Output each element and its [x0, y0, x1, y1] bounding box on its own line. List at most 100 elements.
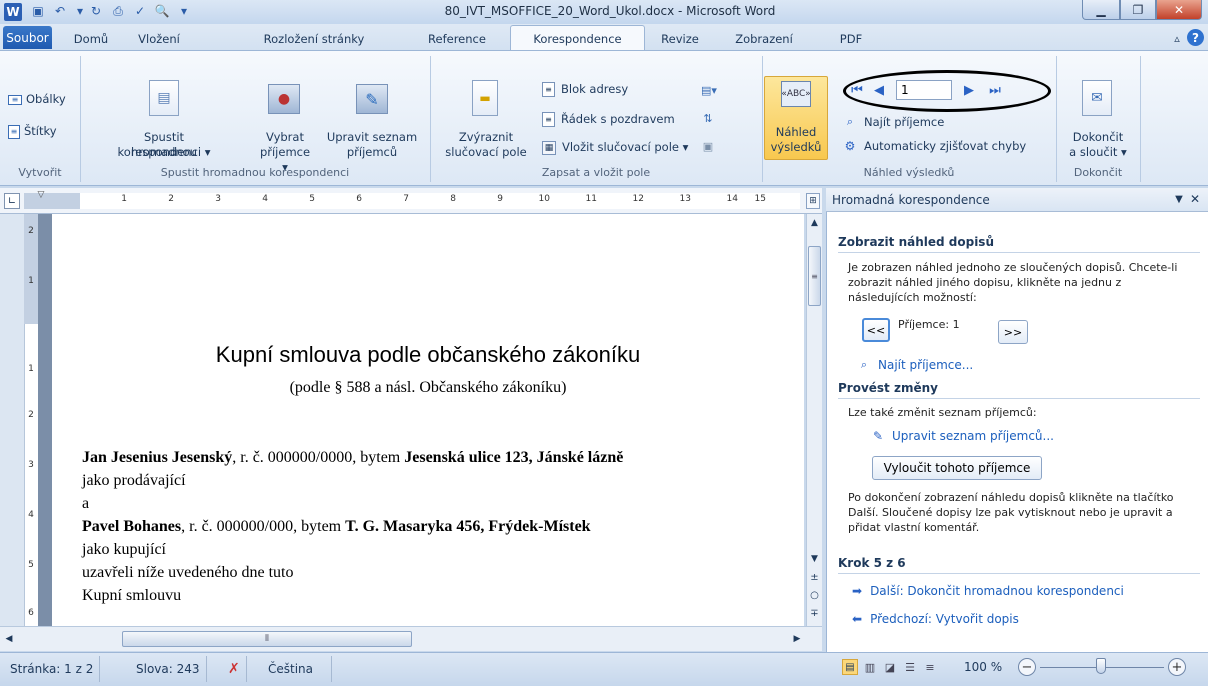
mail-merge-pane: [826, 188, 1208, 652]
greeting-line-button[interactable]: ≡ Řádek s pozdravem: [542, 112, 675, 127]
maximize-button[interactable]: ❐: [1120, 0, 1156, 20]
next-page-icon[interactable]: ∓: [807, 606, 822, 620]
rules-icon[interactable]: ▤▾: [700, 82, 718, 98]
ruler-mark: 1: [28, 276, 34, 286]
print-preview-icon[interactable]: 🔍: [154, 3, 170, 19]
preview-abc-icon: «ABC»: [781, 81, 811, 107]
full-screen-reading-icon[interactable]: ▥: [862, 659, 878, 675]
select-recipients-button[interactable]: ● Vybrat příjemce ▾: [256, 80, 314, 174]
proofing-status-icon[interactable]: ✗: [222, 656, 247, 682]
tab-mailings[interactable]: Korespondence: [510, 25, 645, 51]
horizontal-scrollbar[interactable]: ◀ ⦀ ▶: [0, 626, 822, 651]
customize-qat-icon[interactable]: ▾: [176, 3, 192, 19]
group-divider: [762, 56, 763, 182]
ruler-mark: 3: [215, 194, 221, 204]
match-fields-icon[interactable]: ⇅: [700, 110, 716, 126]
horizontal-scroll-thumb[interactable]: ⦀: [122, 631, 412, 647]
ruler-mark: 8: [450, 194, 456, 204]
previous-step-link[interactable]: ⬅ Předchozí: Vytvořit dopis: [852, 612, 1019, 626]
indent-marker-icon[interactable]: ▽: [36, 190, 46, 200]
highlight-merge-fields-button[interactable]: ▬ Zvýraznit slučovací pole: [436, 80, 536, 162]
envelopes-button[interactable]: ≡ Obálky: [8, 92, 66, 107]
next-recipient-button[interactable]: >>: [998, 320, 1028, 344]
exclude-recipient-button[interactable]: Vyloučit tohoto příjemce: [872, 456, 1042, 480]
tab-references[interactable]: Reference: [416, 29, 498, 49]
page-count-status[interactable]: Stránka: 1 z 2: [4, 656, 101, 682]
word-app-icon[interactable]: W: [4, 3, 22, 21]
step-label: Krok 5 z 6: [838, 556, 906, 570]
scroll-right-icon[interactable]: ▶: [790, 632, 804, 646]
find-recipient-icon: ⌕: [846, 115, 854, 128]
address-block-button[interactable]: ≡ Blok adresy: [542, 82, 628, 97]
scroll-left-icon[interactable]: ◀: [2, 632, 16, 646]
close-window-button[interactable]: ✕: [1156, 0, 1202, 20]
edit-recipient-list-button[interactable]: ✎ Upravit seznam příjemců: [320, 80, 424, 162]
ruler-margin-left: [24, 193, 80, 209]
zoom-out-icon[interactable]: −: [1018, 658, 1036, 676]
tab-view[interactable]: Zobrazení: [722, 29, 806, 49]
view-ruler-icon[interactable]: ⊞: [806, 193, 820, 209]
redo-icon[interactable]: ↻: [88, 3, 104, 19]
scroll-up-icon[interactable]: ▲: [807, 216, 822, 230]
auto-check-errors-button[interactable]: ⚙ Automaticky zjišťovat chyby: [842, 138, 1027, 154]
update-labels-icon[interactable]: ▣: [700, 138, 716, 154]
language-status[interactable]: Čeština: [262, 656, 332, 682]
group-divider: [1056, 56, 1057, 182]
finish-text: Po dokončení zobrazení náhledu dopisů kl…: [848, 491, 1174, 534]
preview-results-button[interactable]: «ABC» Náhled výsledků: [764, 76, 828, 160]
pane-options-icon[interactable]: ▼: [1172, 192, 1186, 206]
tab-pdf[interactable]: PDF: [828, 29, 874, 49]
tab-review[interactable]: Revize: [650, 29, 710, 49]
find-recipient-link[interactable]: ⌕ Najít příjemce...: [856, 357, 973, 373]
next-step-link[interactable]: ➡ Další: Dokončit hromadnou korespondenc…: [852, 584, 1124, 598]
seller-name: Jan Jesenius Jesenský: [82, 449, 233, 466]
finish-merge-button[interactable]: ✉ Dokončit a sloučit ▾: [1060, 80, 1136, 162]
zoom-level[interactable]: 100 %: [964, 660, 1002, 674]
previous-page-icon[interactable]: ±: [807, 570, 822, 584]
zoom-in-icon[interactable]: +: [1168, 658, 1186, 676]
browse-object-icon[interactable]: ○: [807, 588, 822, 602]
address-block-icon: ≡: [542, 82, 555, 97]
help-icon[interactable]: ?: [1187, 29, 1204, 46]
seller-role: jako prodávající: [82, 472, 186, 489]
document-page[interactable]: Kupní smlouva podle občanského zákoníku …: [52, 214, 804, 626]
web-layout-icon[interactable]: ◪: [882, 659, 898, 675]
labels-button[interactable]: ≡ Štítky: [8, 124, 57, 139]
vertical-scrollbar[interactable]: ▲ ≡ ▼ ± ○ ∓: [806, 214, 822, 626]
buyer-address: T. G. Masaryka 456, Frýdek-Místek: [345, 518, 591, 535]
print-layout-view-icon[interactable]: ▤: [842, 659, 858, 675]
find-recipient-button[interactable]: ⌕ Najít příjemce: [842, 114, 944, 130]
minimize-button[interactable]: ▁: [1082, 0, 1120, 20]
labels-icon: ≡: [8, 124, 20, 139]
save-icon[interactable]: ▣: [30, 3, 46, 19]
undo-dropdown-icon[interactable]: ▾: [72, 3, 88, 19]
ruler-mark: 2: [28, 410, 34, 420]
group-label-create: Vytvořit: [18, 165, 62, 179]
scroll-down-icon[interactable]: ▼: [807, 552, 822, 566]
tab-file[interactable]: Soubor: [3, 26, 52, 49]
tab-home[interactable]: Domů: [58, 29, 124, 49]
minimize-ribbon-icon[interactable]: ▵: [1170, 31, 1184, 45]
ruler-mark: 6: [356, 194, 362, 204]
document-body: Jan Jesenius Jesenský, r. č. 000000/0000…: [82, 446, 802, 607]
zoom-slider-thumb[interactable]: [1096, 658, 1106, 674]
ruler-mark: 5: [309, 194, 315, 204]
outline-view-icon[interactable]: ☰: [902, 659, 918, 675]
edit-recipient-list-link[interactable]: ✎ Upravit seznam příjemců...: [870, 428, 1054, 444]
spelling-icon[interactable]: ✓: [132, 3, 148, 19]
pane-close-icon[interactable]: ✕: [1188, 192, 1202, 206]
document-subtitle: (podle § 588 a násl. Občanského zákoníku…: [289, 379, 567, 396]
previous-recipient-button[interactable]: <<: [862, 318, 890, 342]
tab-page-layout[interactable]: Rozložení stránky: [254, 29, 374, 49]
tab-insert[interactable]: Vložení: [124, 29, 194, 49]
scroll-thumb[interactable]: ≡: [808, 246, 821, 306]
word-count-status[interactable]: Slova: 243: [130, 656, 207, 682]
undo-icon[interactable]: ↶: [52, 3, 68, 19]
horizontal-ruler[interactable]: ∟ 1 2 3 4 5 6 7 8 9 10 11 12 13 14 15 ▽ …: [0, 188, 822, 214]
start-mail-merge-button[interactable]: ▤ Spustit hromadnou korespondenci ▾: [114, 80, 211, 162]
insert-merge-field-button[interactable]: ▦ Vložit slučovací pole ▾: [542, 140, 688, 155]
tab-selector-icon[interactable]: ∟: [4, 193, 20, 209]
seller-line: Jan Jesenius Jesenský, r. č. 000000/0000…: [82, 446, 802, 469]
draft-view-icon[interactable]: ≡: [922, 659, 938, 675]
print-icon[interactable]: ⎙: [110, 3, 126, 19]
